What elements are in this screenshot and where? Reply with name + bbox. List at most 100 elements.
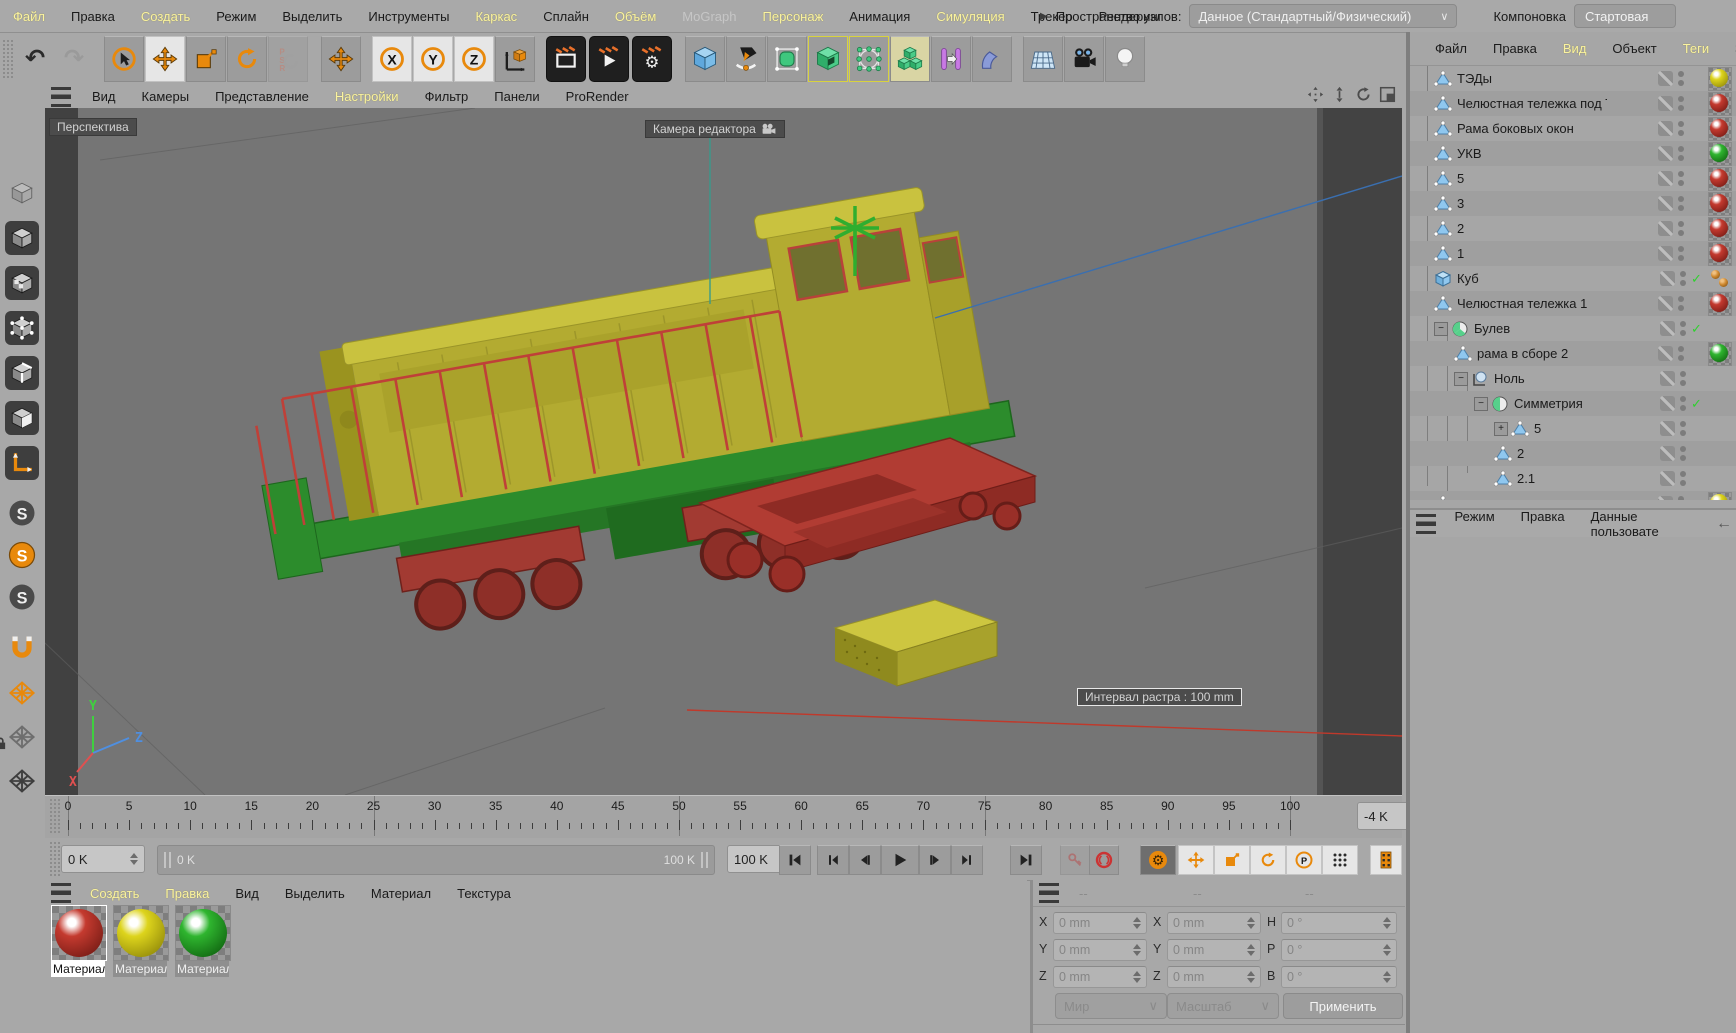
material-tag[interactable]: [1708, 192, 1732, 216]
layer-toggle[interactable]: [1660, 421, 1675, 436]
ruler-track[interactable]: 0510152025303540455055606570758085909510…: [45, 796, 1345, 838]
rotation-h-field[interactable]: 0 °: [1281, 912, 1397, 934]
object-row[interactable]: УКВ: [1410, 141, 1736, 166]
camera-label-badge[interactable]: Камера редактора: [645, 120, 785, 138]
menu-item-Создать[interactable]: Создать: [77, 886, 152, 901]
autokey-ring-button[interactable]: [1089, 845, 1119, 875]
render-view-button[interactable]: [546, 36, 586, 82]
object-row[interactable]: [1410, 491, 1736, 500]
visibility-dots[interactable]: [1680, 396, 1686, 411]
prev-key-button[interactable]: [817, 845, 849, 875]
frame-range-slider[interactable]: 0 K 100 K: [157, 845, 715, 875]
collapse-icon[interactable]: −: [1454, 372, 1468, 386]
add-floor-button[interactable]: [1023, 36, 1063, 82]
menu-item-MoGraph[interactable]: MoGraph: [669, 9, 749, 24]
material-tag[interactable]: [1708, 292, 1732, 316]
material-thumbnail[interactable]: Материал: [175, 905, 231, 979]
undo-button[interactable]: ↶: [16, 37, 54, 81]
menu-item-Представление[interactable]: Представление: [202, 89, 322, 104]
spinner-arrows-icon[interactable]: [1383, 917, 1391, 929]
layer-toggle[interactable]: [1660, 321, 1675, 336]
make-editable-button[interactable]: [2, 173, 42, 213]
layer-toggle[interactable]: [1660, 271, 1675, 286]
object-row[interactable]: Куб ✓: [1410, 266, 1736, 291]
pan-view-icon[interactable]: [1307, 86, 1324, 103]
object-row[interactable]: −Булев ✓: [1410, 316, 1736, 341]
object-row[interactable]: 2: [1410, 441, 1736, 466]
texture-mode-button[interactable]: [2, 263, 42, 303]
scale-tool-button[interactable]: [186, 36, 226, 82]
viewport-menu-icon[interactable]: [51, 87, 71, 107]
material-menu-icon[interactable]: [51, 883, 71, 903]
layer-toggle[interactable]: [1658, 296, 1673, 311]
material-tag[interactable]: [1708, 67, 1732, 91]
material-tag[interactable]: [1708, 142, 1732, 166]
menu-item-Анимация[interactable]: Анимация: [836, 9, 923, 24]
layer-toggle[interactable]: [1658, 196, 1673, 211]
workplane-button[interactable]: [2, 673, 42, 713]
menu-item-Теги[interactable]: Теги: [1670, 41, 1722, 56]
live-selection-button[interactable]: [104, 36, 144, 82]
enabled-check-icon[interactable]: ✓: [1691, 271, 1705, 287]
menu-item-Объём[interactable]: Объём: [602, 9, 669, 24]
rotate-view-icon[interactable]: [1355, 86, 1372, 103]
record-rotation-toggle[interactable]: [1250, 845, 1286, 875]
menu-item-Панели[interactable]: Панели: [481, 89, 552, 104]
object-row[interactable]: 2: [1410, 216, 1736, 241]
visibility-dots[interactable]: [1680, 421, 1686, 436]
toggle-view-icon[interactable]: [1379, 86, 1396, 103]
visibility-dots[interactable]: [1678, 96, 1684, 111]
layer-toggle[interactable]: [1658, 171, 1673, 186]
menu-item-Данные пользовате[interactable]: Данные пользовате: [1578, 509, 1716, 539]
menu-item-Персонаж[interactable]: Персонаж: [750, 9, 837, 24]
apply-button[interactable]: Применить: [1283, 993, 1403, 1019]
toolbar-grip[interactable]: [2, 39, 14, 79]
position-z-field[interactable]: 0 mm: [1053, 966, 1147, 988]
menu-item-Объект[interactable]: Объект: [1599, 41, 1669, 56]
layer-toggle[interactable]: [1660, 446, 1675, 461]
visibility-dots[interactable]: [1680, 446, 1686, 461]
menu-item-Правка[interactable]: Правка: [58, 9, 128, 24]
object-row[interactable]: рама в сборе 2: [1410, 341, 1736, 366]
visibility-dots[interactable]: [1678, 246, 1684, 261]
menu-item-Создать[interactable]: Создать: [128, 9, 203, 24]
add-bend-button[interactable]: [972, 36, 1012, 82]
menu-item-Фильтр[interactable]: Фильтр: [412, 89, 482, 104]
layer-toggle[interactable]: [1658, 121, 1673, 136]
view-label-badge[interactable]: Перспектива: [49, 118, 137, 136]
position-y-field[interactable]: 0 mm: [1053, 939, 1147, 961]
menu-item-Правка[interactable]: Правка: [1508, 509, 1578, 539]
object-row[interactable]: Челюстная тележка 1: [1410, 291, 1736, 316]
menu-item-Выделить[interactable]: Выделить: [269, 9, 355, 24]
menu-item-Материал[interactable]: Материал: [358, 886, 444, 901]
viewport-canvas[interactable]: Y Z X Перспектива Камера редактора Интер…: [45, 108, 1402, 795]
visibility-dots[interactable]: [1678, 71, 1684, 86]
spinner-arrows-icon[interactable]: [1247, 917, 1255, 929]
visibility-dots[interactable]: [1678, 146, 1684, 161]
material-tag[interactable]: [1708, 242, 1732, 266]
material-tag[interactable]: [1708, 217, 1732, 241]
next-frame-button[interactable]: [919, 845, 951, 875]
psr-tool-button[interactable]: P S R: [268, 36, 308, 82]
texture-tags[interactable]: [1710, 268, 1732, 290]
object-row[interactable]: 3: [1410, 191, 1736, 216]
menu-item-Инструменты[interactable]: Инструменты: [355, 9, 462, 24]
record-key-button[interactable]: [1060, 845, 1090, 875]
add-clone-button[interactable]: [890, 36, 930, 82]
range-end-grip[interactable]: [701, 852, 708, 868]
axis-mode-button[interactable]: [2, 443, 42, 483]
visibility-dots[interactable]: [1678, 121, 1684, 136]
redo-button[interactable]: ↷: [55, 37, 93, 81]
rotate-tool-button[interactable]: [227, 36, 267, 82]
scale-mode-dropdown[interactable]: Масштаб ∨: [1167, 993, 1279, 1019]
menu-item-Сплайн[interactable]: Сплайн: [530, 9, 602, 24]
collapse-icon[interactable]: −: [1434, 322, 1448, 336]
layer-toggle[interactable]: [1660, 396, 1675, 411]
add-cube-button[interactable]: [685, 36, 725, 82]
size-x-field[interactable]: 0 mm: [1167, 912, 1261, 934]
render-settings-button[interactable]: ⚙: [632, 36, 672, 82]
current-frame-field[interactable]: 0 K: [61, 845, 145, 873]
layer-toggle[interactable]: [1658, 96, 1673, 111]
zoom-view-icon[interactable]: [1331, 86, 1348, 103]
coordinate-system-button[interactable]: [495, 36, 535, 82]
